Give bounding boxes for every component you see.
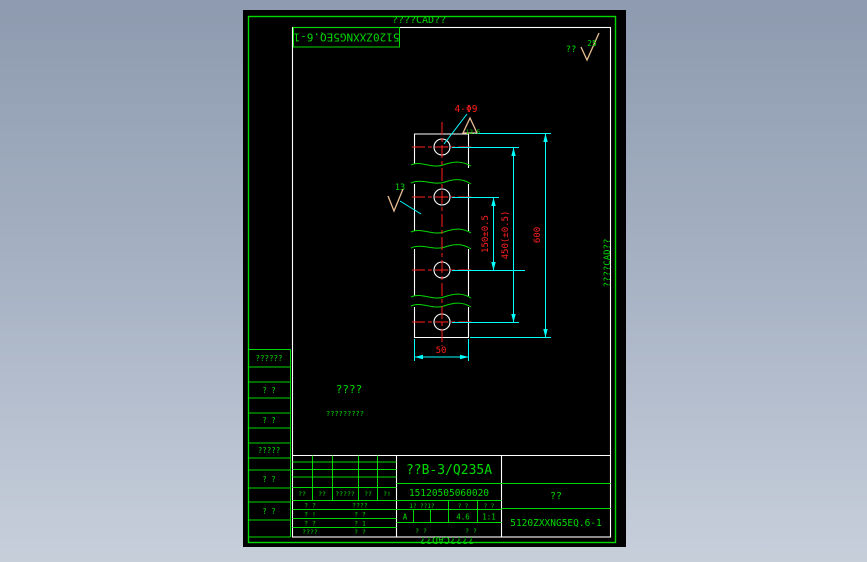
- scale-text: 1:1: [482, 513, 496, 522]
- rev-header: ??: [298, 490, 306, 498]
- dim-pitch-text: 150±0.5: [481, 215, 491, 253]
- sig-label: ? ?: [304, 502, 316, 510]
- company-text: ??: [550, 491, 562, 502]
- left-col-label: ? ?: [262, 475, 276, 484]
- hole-roughness-text: 12.5: [466, 129, 481, 136]
- part-name-text: ??B-3/Q235A: [406, 463, 492, 478]
- part-code-text: 15120505060020: [409, 488, 489, 499]
- stage-mark-text: A: [403, 513, 408, 522]
- sig-label: ????: [352, 502, 368, 510]
- sig-label: ? !: [304, 511, 316, 519]
- sig-label: ? 1: [354, 520, 366, 528]
- notes-body: ?????????: [326, 410, 364, 418]
- left-col-label: ? ?: [262, 416, 276, 425]
- sheet-count-text: ? ?: [415, 527, 427, 535]
- sheet-number-text: ? ?: [465, 527, 477, 535]
- corner-drawing-no-text: 5120ZXXNG5EQ.6-1: [294, 31, 400, 44]
- sig-label: ? ?: [304, 520, 316, 528]
- hole-callout-text: 4-Φ9: [455, 104, 478, 115]
- stage-header: 1? ??1?: [409, 503, 435, 510]
- dim-width-text: 50: [436, 346, 447, 356]
- sig-label: ? ?: [354, 528, 366, 536]
- cad-viewport: ????CAD?? ????CAD?? ????CAD?? 5120ZXXNG5…: [0, 0, 867, 562]
- left-col-label: ? ?: [262, 386, 276, 395]
- dim-span-text: 450(±0.5): [501, 211, 511, 260]
- rev-header: ?????: [335, 490, 355, 498]
- drawing-no-text: 5120ZXXNG5EQ.6-1: [510, 518, 602, 529]
- surface-note-prefix: ??: [566, 45, 577, 55]
- watermark-top: ????CAD??: [392, 15, 446, 26]
- scale-header: ? ?: [484, 503, 495, 510]
- surface-note-value: 25: [587, 39, 597, 48]
- left-mark-text: 13: [395, 183, 405, 193]
- watermark-right: ????CAD??: [603, 239, 613, 288]
- notes-heading: ????: [336, 383, 363, 396]
- rev-header: ??: [364, 490, 372, 498]
- left-col-label: ? ?: [262, 507, 276, 516]
- sig-label: ????: [302, 528, 318, 536]
- dim-total-text: 600: [533, 227, 543, 243]
- weight-text: 4.6: [456, 513, 470, 522]
- left-col-label: ??????: [255, 354, 282, 363]
- sig-label: ? ?: [354, 511, 366, 519]
- rev-header: ??: [318, 490, 326, 498]
- rev-header: ?!: [383, 490, 391, 498]
- watermark-bottom: ????CAD??: [420, 534, 474, 545]
- weight-header: ? ?: [458, 503, 469, 510]
- left-col-label: ?????: [258, 446, 281, 455]
